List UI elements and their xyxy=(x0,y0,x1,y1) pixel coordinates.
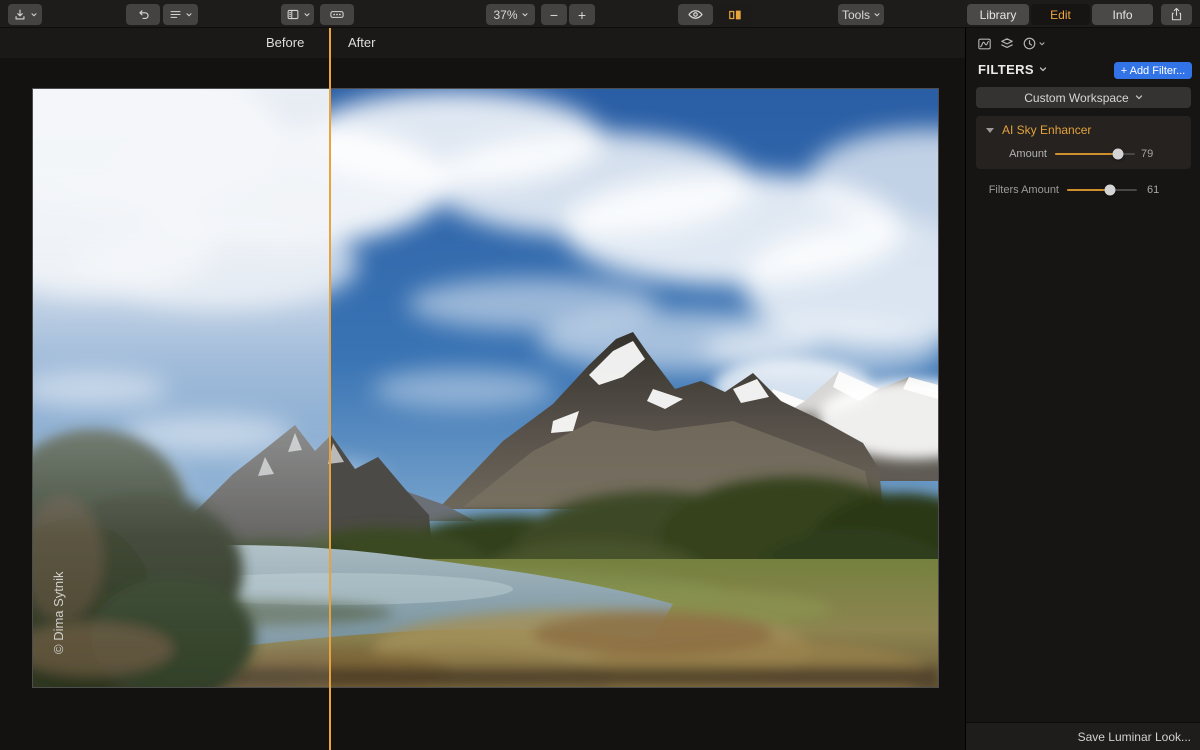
histogram-icon xyxy=(977,37,992,51)
chevron-down-icon xyxy=(304,13,310,17)
ai-sky-enhancer-panel: AI Sky Enhancer Amount 79 xyxy=(976,116,1191,169)
tab-library-label: Library xyxy=(980,8,1017,22)
amount-slider[interactable] xyxy=(1055,153,1135,155)
amount-slider-fill xyxy=(1055,153,1118,155)
add-filter-label: + Add Filter... xyxy=(1121,65,1186,77)
photo-canvas[interactable]: © Dima Sytnik xyxy=(33,89,938,687)
top-toolbar: 37% − + Tools xyxy=(0,0,1200,28)
chevron-down-icon xyxy=(31,13,37,17)
undo-arrow-icon xyxy=(136,8,151,22)
luminar-editor-window: 37% − + Tools xyxy=(0,0,1200,750)
before-label: Before xyxy=(266,35,304,50)
zoom-in-button[interactable]: + xyxy=(569,4,595,25)
amount-slider-handle[interactable] xyxy=(1113,149,1124,160)
before-after-compare-icon xyxy=(727,8,743,22)
amount-slider-row: Amount 79 xyxy=(976,147,1191,161)
share-icon xyxy=(1170,7,1183,22)
before-after-strip: Before After xyxy=(0,28,965,58)
share-button[interactable] xyxy=(1161,4,1192,25)
chevron-down-icon xyxy=(1039,67,1047,72)
tab-info-label: Info xyxy=(1112,8,1132,22)
presets-button[interactable] xyxy=(163,4,198,25)
preview-eye-icon xyxy=(687,8,704,21)
export-button[interactable] xyxy=(8,4,42,25)
filmstrip-toggle-button[interactable] xyxy=(320,4,354,25)
layers-button[interactable] xyxy=(999,36,1015,51)
before-after-divider[interactable] xyxy=(329,28,331,750)
tab-edit[interactable]: Edit xyxy=(1031,4,1090,25)
tab-info[interactable]: Info xyxy=(1092,4,1153,25)
zoom-level-value: 37% xyxy=(493,8,517,22)
chevron-down-icon xyxy=(186,13,192,17)
chevron-down-icon xyxy=(874,13,880,17)
export-icon xyxy=(13,8,27,22)
before-wash-overlay xyxy=(33,89,330,687)
presets-list-icon xyxy=(169,8,182,21)
tools-dropdown-button[interactable]: Tools xyxy=(838,4,884,25)
filters-amount-slider[interactable] xyxy=(1067,189,1137,191)
tools-label: Tools xyxy=(842,8,870,22)
preview-eye-button[interactable] xyxy=(678,4,713,25)
history-button[interactable] xyxy=(1022,36,1045,51)
ai-sky-enhancer-header[interactable]: AI Sky Enhancer xyxy=(976,122,1091,138)
plus-icon: + xyxy=(578,7,586,23)
side-panel-toggle-button[interactable] xyxy=(281,4,314,25)
chevron-down-icon xyxy=(1039,42,1045,46)
filter-title: AI Sky Enhancer xyxy=(1002,123,1091,137)
compare-toggle-button[interactable] xyxy=(717,4,753,25)
layers-icon xyxy=(999,36,1015,51)
filters-header-label: FILTERS xyxy=(978,62,1034,77)
histogram-button[interactable] xyxy=(977,37,992,51)
tab-library[interactable]: Library xyxy=(967,4,1029,25)
zoom-level-dropdown[interactable]: 37% xyxy=(486,4,535,25)
filters-amount-row: Filters Amount 61 xyxy=(966,183,1200,197)
undo-button[interactable] xyxy=(126,4,160,25)
chevron-down-icon xyxy=(1135,95,1143,100)
amount-label: Amount xyxy=(976,148,1047,160)
filters-header[interactable]: FILTERS xyxy=(978,62,1047,77)
workspace-dropdown[interactable]: Custom Workspace xyxy=(976,87,1191,108)
disclosure-triangle-icon[interactable] xyxy=(986,128,994,133)
filters-amount-label: Filters Amount xyxy=(974,184,1059,196)
side-panel-toggle-icon xyxy=(286,8,300,21)
filmstrip-toggle-icon xyxy=(329,8,345,21)
add-filter-button[interactable]: + Add Filter... xyxy=(1114,62,1192,79)
sidebar-icon-row xyxy=(977,36,1045,51)
save-luminar-look-button[interactable]: Save Luminar Look... xyxy=(1078,730,1191,744)
chevron-down-icon xyxy=(522,13,528,17)
zoom-out-button[interactable]: − xyxy=(541,4,567,25)
photo-credit: © Dima Sytnik xyxy=(51,571,66,654)
photo-illustration: © Dima Sytnik xyxy=(33,89,938,687)
sidebar-footer: Save Luminar Look... xyxy=(966,722,1200,750)
history-clock-icon xyxy=(1022,36,1037,51)
workspace-label: Custom Workspace xyxy=(1024,91,1128,105)
amount-value: 79 xyxy=(1141,148,1153,160)
minus-icon: − xyxy=(550,7,558,23)
filters-amount-value: 61 xyxy=(1147,184,1159,196)
tab-edit-label: Edit xyxy=(1050,8,1071,22)
after-label: After xyxy=(348,35,375,50)
filters-amount-slider-handle[interactable] xyxy=(1104,185,1115,196)
edit-sidebar: FILTERS + Add Filter... Custom Workspace… xyxy=(965,28,1200,750)
